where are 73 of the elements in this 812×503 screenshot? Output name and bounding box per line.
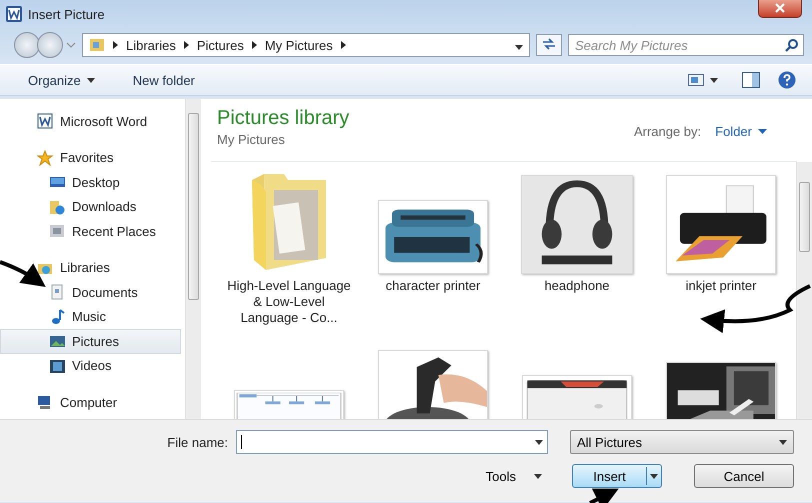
file-name: High-Level Language & Low-Level Language - Co... [226, 278, 352, 326]
downloads-icon [49, 198, 66, 215]
chevron-icon [252, 41, 257, 49]
word-icon [6, 6, 22, 22]
sidebar-item[interactable]: Pictures [0, 329, 181, 354]
caret-icon [758, 129, 767, 134]
sidebar-item[interactable]: Computer [0, 390, 181, 414]
sidebar-item[interactable]: Libraries [0, 256, 181, 280]
sidebar-item[interactable]: Music [0, 304, 181, 329]
picture-icon [49, 333, 66, 350]
library-subtitle: My Pictures [217, 132, 286, 147]
breadcrumb-item[interactable]: Pictures [196, 38, 244, 52]
word-icon [37, 113, 54, 130]
breadcrumb-item[interactable]: Libraries [126, 38, 176, 52]
toolbar-button[interactable]: New folder [126, 70, 201, 90]
dropdown-caret-icon [535, 440, 543, 444]
back-button[interactable] [14, 32, 40, 58]
chevron-icon [113, 41, 118, 49]
refresh-icon [541, 38, 557, 50]
scrollbar[interactable] [796, 162, 812, 419]
arrange-dropdown[interactable]: Folder [715, 124, 767, 139]
caret-icon [534, 474, 542, 478]
caret-icon [86, 78, 95, 82]
annotation-arrow [0, 260, 46, 287]
insert-button[interactable]: Insert [572, 464, 662, 488]
sidebar-item[interactable]: Microsoft Word [0, 109, 181, 134]
file-name-label: File name: [167, 434, 228, 450]
sidebar-item[interactable]: Videos [0, 354, 181, 378]
film-icon [49, 358, 66, 374]
caret-icon [710, 78, 718, 82]
sidebar-item[interactable]: Recent Places [0, 219, 181, 244]
music-note-icon [49, 308, 66, 325]
file-item[interactable]: headphone [505, 170, 649, 326]
cancel-button[interactable]: Cancel [694, 464, 794, 488]
annotation-arrow [589, 488, 619, 503]
file-type-dropdown[interactable]: All Pictures [570, 430, 794, 454]
chevron-icon [184, 41, 189, 49]
tools-menu[interactable]: Tools [480, 468, 548, 484]
library-title: Pictures library [217, 107, 350, 130]
file-item[interactable]: character printer [361, 170, 505, 326]
libraries-icon [89, 37, 105, 53]
preview-pane-icon[interactable] [742, 72, 760, 88]
forward-button[interactable] [37, 32, 63, 58]
file-item[interactable]: inkjet printer [649, 170, 793, 326]
window-title: Insert Picture [28, 6, 105, 22]
history-caret-icon [66, 42, 76, 48]
dropdown-caret-icon [515, 44, 523, 50]
caret-icon [650, 474, 658, 478]
file-item[interactable]: High-Level Language & Low-Level Language - Co... [217, 170, 361, 326]
sidebar-item[interactable]: Desktop [0, 170, 181, 194]
file-name: inkjet printer [684, 278, 758, 294]
sidebar-item[interactable]: Downloads [0, 194, 181, 219]
sidebar-item[interactable]: Documents [0, 280, 181, 304]
caret-icon [779, 440, 787, 444]
chevron-icon [340, 41, 346, 49]
organize-menu[interactable]: Organize [22, 70, 101, 90]
address-bar[interactable]: Libraries Pictures My Pictures [82, 33, 530, 57]
arrange-label: Arrange by: [634, 124, 702, 139]
breadcrumb-item[interactable]: My Pictures [264, 38, 333, 52]
sidebar-item[interactable]: Favorites [0, 146, 181, 170]
recent-places-icon [49, 223, 66, 240]
file-name: headphone [543, 278, 611, 294]
file-name: character printer [384, 278, 482, 294]
close-icon [775, 3, 785, 13]
scrollbar[interactable] [185, 99, 201, 419]
search-icon [785, 38, 799, 52]
file-name-field[interactable] [236, 430, 548, 454]
star-icon [37, 150, 54, 166]
close-button[interactable] [758, 0, 802, 18]
search-field[interactable]: Search My Pictures [568, 34, 804, 56]
help-icon[interactable] [778, 71, 796, 89]
view-icon [688, 74, 704, 86]
refresh-button[interactable] [536, 34, 562, 56]
